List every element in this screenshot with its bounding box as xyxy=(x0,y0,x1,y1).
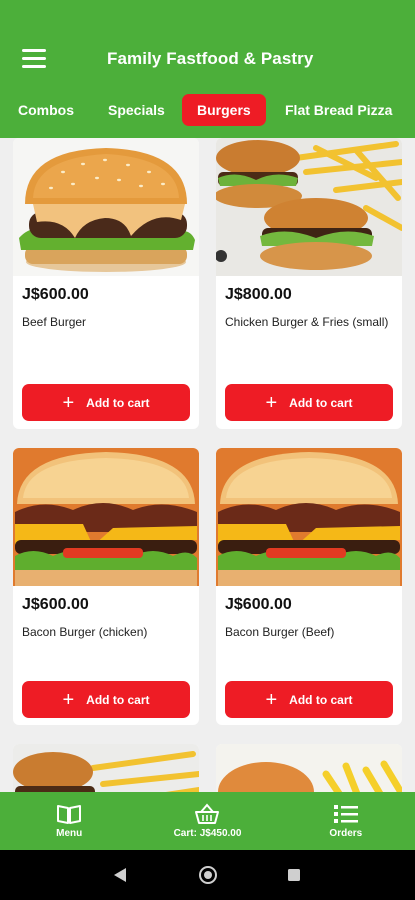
bacon-burger-beef-image xyxy=(216,448,402,586)
product-name: Bacon Burger (chicken) xyxy=(22,625,148,639)
product-card[interactable]: J$600.00 Bacon Burger (chicken) + Add to… xyxy=(13,448,199,725)
product-grid: J$600.00 Beef Burger + Add to cart J$800… xyxy=(0,138,415,792)
product-price: J$600.00 xyxy=(22,596,89,613)
tab-combos[interactable]: Combos xyxy=(3,94,89,126)
plus-icon: + xyxy=(62,688,75,711)
product-card[interactable]: J$600.00 Beef Burger + Add to cart xyxy=(13,138,199,429)
add-to-cart-button[interactable]: + Add to cart xyxy=(225,384,393,421)
burger-fries-image xyxy=(13,744,199,792)
product-name: Bacon Burger (Beef) xyxy=(225,625,335,639)
plus-icon: + xyxy=(62,391,75,414)
product-name: Chicken Burger & Fries (small) xyxy=(225,315,389,329)
bacon-burger-chicken-image xyxy=(13,448,199,586)
product-card[interactable] xyxy=(216,744,402,792)
bottom-nav: Menu Cart: J$450.00 Orders xyxy=(0,792,415,850)
product-card[interactable]: J$600.00 Bacon Burger (Beef) + Add to ca… xyxy=(216,448,402,725)
add-to-cart-button[interactable]: + Add to cart xyxy=(22,384,190,421)
basket-icon xyxy=(195,803,220,824)
plus-icon: + xyxy=(265,391,278,414)
product-price: J$600.00 xyxy=(22,286,89,303)
list-icon xyxy=(333,805,358,823)
chicken-burger-fries-image xyxy=(216,138,402,276)
beef-burger-image xyxy=(13,138,199,276)
nav-menu[interactable]: Menu xyxy=(0,792,138,850)
category-tabs: Combos Specials Burgers Flat Bread Pizza xyxy=(0,94,415,128)
product-card[interactable] xyxy=(13,744,199,792)
product-card[interactable]: J$800.00 Chicken Burger & Fries (small) … xyxy=(216,138,402,429)
product-price: J$800.00 xyxy=(225,286,292,303)
product-name: Beef Burger xyxy=(22,315,87,329)
product-price: J$600.00 xyxy=(225,596,292,613)
system-nav-bar xyxy=(0,850,415,900)
nav-cart[interactable]: Cart: J$450.00 xyxy=(138,792,276,850)
hamburger-menu-icon[interactable] xyxy=(22,49,46,69)
app-bar: Family Fastfood & Pastry Combos Specials… xyxy=(0,0,415,138)
add-to-cart-button[interactable]: + Add to cart xyxy=(225,681,393,718)
nav-orders[interactable]: Orders xyxy=(277,792,415,850)
book-icon xyxy=(57,805,82,824)
add-to-cart-button[interactable]: + Add to cart xyxy=(22,681,190,718)
tab-burgers[interactable]: Burgers xyxy=(182,94,266,126)
app-title: Family Fastfood & Pastry xyxy=(107,49,314,68)
tab-flat-bread-pizza[interactable]: Flat Bread Pizza xyxy=(270,94,407,126)
back-icon[interactable] xyxy=(114,868,126,882)
tab-specials[interactable]: Specials xyxy=(93,94,180,126)
burger-image xyxy=(216,744,402,792)
plus-icon: + xyxy=(265,688,278,711)
recents-icon[interactable] xyxy=(288,869,300,881)
